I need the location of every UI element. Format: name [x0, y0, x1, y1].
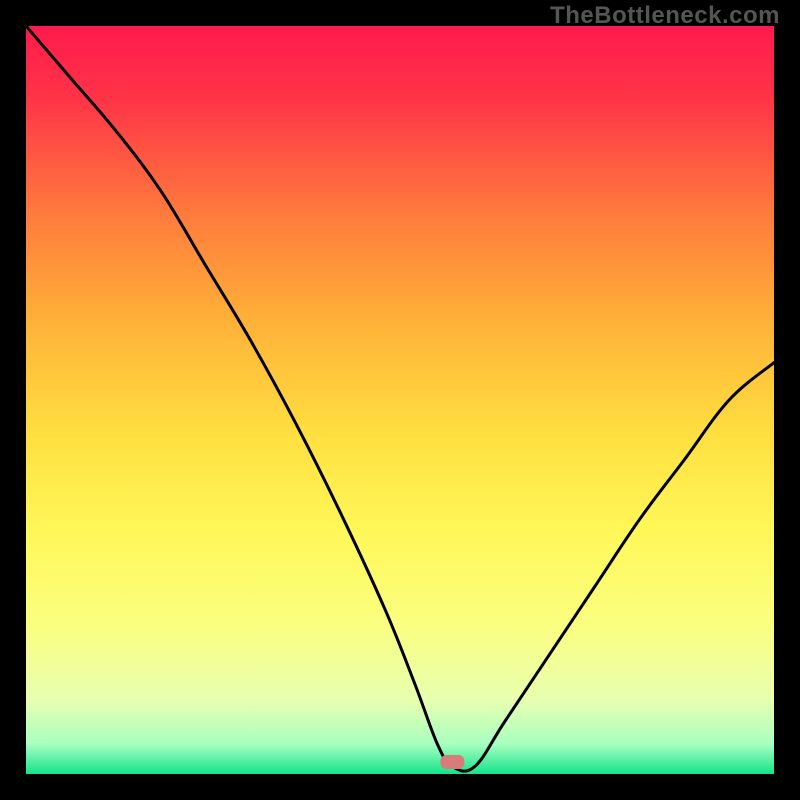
min-marker — [440, 755, 464, 769]
watermark-text: TheBottleneck.com — [550, 2, 780, 30]
plot-area — [26, 26, 774, 774]
chart-frame: TheBottleneck.com — [0, 0, 800, 800]
chart-svg — [26, 26, 774, 774]
gradient-background — [26, 26, 774, 774]
